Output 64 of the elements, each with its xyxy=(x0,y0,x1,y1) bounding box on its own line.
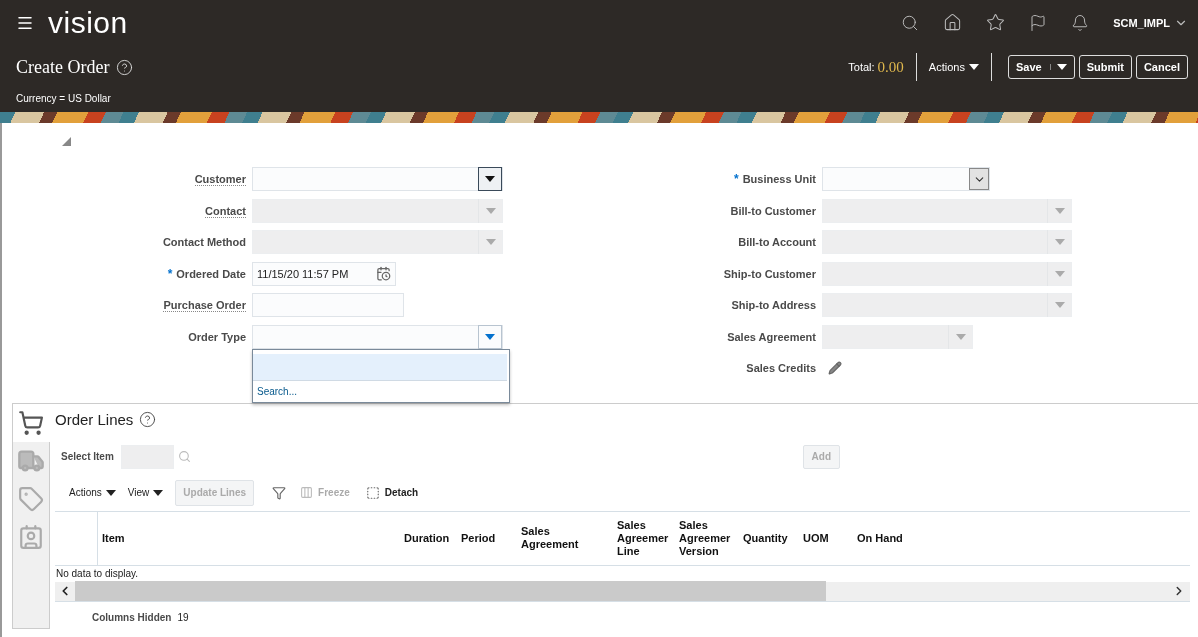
pencil-icon[interactable] xyxy=(828,361,842,376)
horizontal-scrollbar[interactable] xyxy=(55,581,1190,602)
dashed-square-icon xyxy=(365,485,380,500)
home-icon[interactable] xyxy=(943,13,963,32)
field-label: Ship-to Customer xyxy=(722,267,817,280)
dropdown-field[interactable] xyxy=(252,167,503,192)
required-mark: * xyxy=(733,172,739,187)
column-header[interactable]: Quantity xyxy=(739,511,799,565)
columns-icon xyxy=(300,486,314,499)
toolbar-menu[interactable]: View xyxy=(127,487,164,498)
collapse-triangle-icon[interactable] xyxy=(62,137,71,146)
header-button[interactable]: Submit xyxy=(1078,55,1132,79)
column-header[interactable]: Sales Agreement xyxy=(517,511,613,565)
search-link[interactable]: Search... xyxy=(253,380,302,397)
field-label: Sales Credits xyxy=(745,362,817,375)
dropdown-caret-icon[interactable] xyxy=(478,167,502,192)
cart-icon[interactable] xyxy=(12,403,51,442)
column-header[interactable]: Period xyxy=(457,511,517,565)
dropdown-field[interactable] xyxy=(252,324,503,349)
section-title: Order Lines xyxy=(55,411,134,428)
input-field[interactable] xyxy=(252,293,404,318)
field-label: Customer xyxy=(193,173,247,186)
search-icon[interactable] xyxy=(901,13,920,32)
field-label: Contact Method xyxy=(161,236,247,249)
filter-icon[interactable] xyxy=(272,485,287,500)
column-header[interactable]: On Hand xyxy=(853,511,953,565)
help-icon[interactable] xyxy=(139,411,157,428)
columns-hidden-count: 19 xyxy=(177,611,189,623)
field-label: Bill-to Account xyxy=(737,236,817,249)
header-button[interactable]: Save xyxy=(1007,55,1075,79)
field-label: * Ordered Date xyxy=(166,266,247,281)
select-item-label: Select Item xyxy=(61,451,114,462)
columns-hidden-label: Columns Hidden xyxy=(92,611,172,623)
currency-text: Currency = US Dollar xyxy=(16,93,112,104)
field-label: Purchase Order xyxy=(162,299,247,312)
column-header[interactable]: Duration xyxy=(400,511,457,565)
field-label: Bill-to Customer xyxy=(729,204,817,217)
user-menu[interactable]: SCM_IMPL xyxy=(1113,16,1170,29)
column-header[interactable]: Item xyxy=(98,511,400,565)
column-header[interactable]: UOM xyxy=(799,511,853,565)
date-field[interactable]: 11/15/20 11:57 PM xyxy=(252,261,396,286)
page-title: Create Order xyxy=(16,56,110,78)
required-mark: * xyxy=(167,266,173,281)
field-label: Ship-to Address xyxy=(730,299,817,312)
field-label: Sales Agreement xyxy=(726,330,817,343)
detach-button[interactable]: Detach xyxy=(365,485,419,500)
app-logo: vision xyxy=(48,5,128,40)
total-label: Total: xyxy=(848,61,875,73)
field-label: Contact xyxy=(204,204,247,217)
toolbar-menu[interactable]: Actions xyxy=(69,487,116,498)
actions-menu[interactable]: Actions xyxy=(928,61,979,73)
column-header[interactable]: Sales Agreemer Version xyxy=(675,511,739,565)
calendar-icon[interactable] xyxy=(376,266,391,282)
total-value: 0.00 xyxy=(877,58,904,76)
chevron-down-icon[interactable] xyxy=(969,168,989,191)
star-icon[interactable] xyxy=(986,13,1006,32)
flag-icon[interactable] xyxy=(1029,13,1048,32)
dropdown-field[interactable] xyxy=(822,167,990,192)
field-label: Order Type xyxy=(187,330,247,343)
field-label: * Business Unit xyxy=(732,172,817,187)
empty-message: No data to display. xyxy=(55,566,140,581)
bell-icon[interactable] xyxy=(1071,13,1090,32)
column-header[interactable]: Sales Agreemer Line xyxy=(613,511,675,565)
header-button[interactable]: Cancel xyxy=(1135,55,1188,79)
